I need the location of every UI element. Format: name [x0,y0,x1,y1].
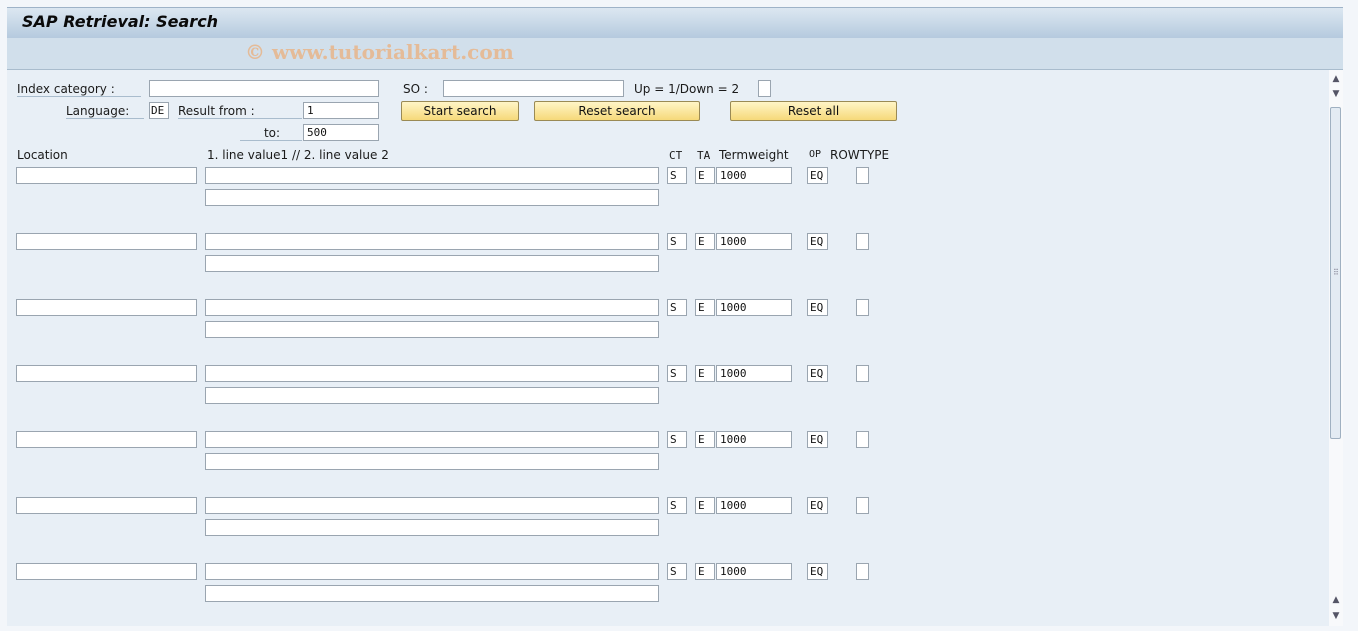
ta-input[interactable]: E [695,167,715,184]
line-value-1-input[interactable] [205,299,659,316]
result-from-label: Result from : [178,104,302,119]
line-value-2-input[interactable] [205,387,659,404]
rowtype-input[interactable] [856,299,869,316]
watermark: © www.tutorialkart.com [245,40,514,64]
ta-input[interactable]: E [695,365,715,382]
scroll-thumb[interactable]: ⠿ [1330,107,1341,439]
line-value-2-input[interactable] [205,453,659,470]
line-value-2-input[interactable] [205,321,659,338]
termweight-input[interactable]: 1000 [716,167,792,184]
termweight-header: Termweight [719,148,789,162]
ct-input[interactable]: S [667,365,687,382]
location-input[interactable] [16,233,197,250]
result-from-input[interactable]: 1 [303,102,379,119]
ct-input[interactable]: S [667,167,687,184]
to-label: to: [240,126,302,141]
termweight-input[interactable]: 1000 [716,233,792,250]
line-values-header: 1. line value1 // 2. line value 2 [207,148,389,162]
so-label: SO : [403,82,428,96]
line-value-1-input[interactable] [205,497,659,514]
ct-header: CT [669,149,683,162]
line-value-1-input[interactable] [205,167,659,184]
vertical-scrollbar[interactable]: ▲ ▼ ⠿ ▲ ▼ [1329,70,1343,626]
op-header: OP [809,149,822,160]
ct-input[interactable]: S [667,563,687,580]
rowtype-input[interactable] [856,365,869,382]
ta-input[interactable]: E [695,233,715,250]
result-to-input[interactable]: 500 [303,124,379,141]
line-value-2-input[interactable] [205,519,659,536]
location-input[interactable] [16,563,197,580]
scroll-up-icon[interactable]: ▲ [1331,73,1341,85]
location-input[interactable] [16,365,197,382]
location-input[interactable] [16,299,197,316]
line-value-1-input[interactable] [205,563,659,580]
line-value-2-input[interactable] [205,189,659,206]
rowtype-input[interactable] [856,167,869,184]
location-input[interactable] [16,431,197,448]
op-input[interactable]: EQ [807,299,828,316]
line-value-1-input[interactable] [205,233,659,250]
ta-header: TA [697,149,711,162]
location-input[interactable] [16,167,197,184]
op-input[interactable]: EQ [807,233,828,250]
op-input[interactable]: EQ [807,365,828,382]
ct-input[interactable]: S [667,497,687,514]
language-label: Language: [66,104,144,119]
rowtype-input[interactable] [856,497,869,514]
index-category-input[interactable] [149,80,379,97]
grip-icon: ⠿ [1333,268,1339,277]
ct-input[interactable]: S [667,299,687,316]
ta-input[interactable]: E [695,497,715,514]
scroll-page-down-icon[interactable]: ▼ [1331,610,1341,622]
rowtype-input[interactable] [856,233,869,250]
line-value-2-input[interactable] [205,585,659,602]
title-bar: SAP Retrieval: Search [7,7,1343,38]
op-input[interactable]: EQ [807,563,828,580]
rowtype-input[interactable] [856,431,869,448]
termweight-input[interactable]: 1000 [716,431,792,448]
scroll-page-up-icon[interactable]: ▲ [1331,594,1341,606]
reset-all-button[interactable]: Reset all [730,101,897,121]
so-input[interactable] [443,80,624,97]
ct-input[interactable]: S [667,431,687,448]
op-input[interactable]: EQ [807,431,828,448]
scroll-down-icon[interactable]: ▼ [1331,88,1341,100]
location-header: Location [17,148,68,162]
ct-input[interactable]: S [667,233,687,250]
reset-search-button[interactable]: Reset search [534,101,700,121]
ta-input[interactable]: E [695,299,715,316]
search-panel: Index category : SO : Up = 1/Down = 2 La… [7,70,1329,626]
termweight-input[interactable]: 1000 [716,365,792,382]
line-value-1-input[interactable] [205,365,659,382]
rowtype-input[interactable] [856,563,869,580]
rowtype-header: ROWTYPE [830,148,890,162]
op-input[interactable]: EQ [807,497,828,514]
termweight-input[interactable]: 1000 [716,563,792,580]
location-input[interactable] [16,497,197,514]
line-value-2-input[interactable] [205,255,659,272]
op-input[interactable]: EQ [807,167,828,184]
ta-input[interactable]: E [695,563,715,580]
ta-input[interactable]: E [695,431,715,448]
updown-input[interactable] [758,80,771,97]
line-value-1-input[interactable] [205,431,659,448]
page-title: SAP Retrieval: Search [22,12,219,31]
termweight-input[interactable]: 1000 [716,299,792,316]
updown-label: Up = 1/Down = 2 [634,82,740,96]
application-toolbar: © www.tutorialkart.com [7,38,1343,70]
termweight-input[interactable]: 1000 [716,497,792,514]
index-category-label: Index category : [17,82,141,97]
language-input[interactable]: DE [149,102,169,119]
start-search-button[interactable]: Start search [401,101,519,121]
